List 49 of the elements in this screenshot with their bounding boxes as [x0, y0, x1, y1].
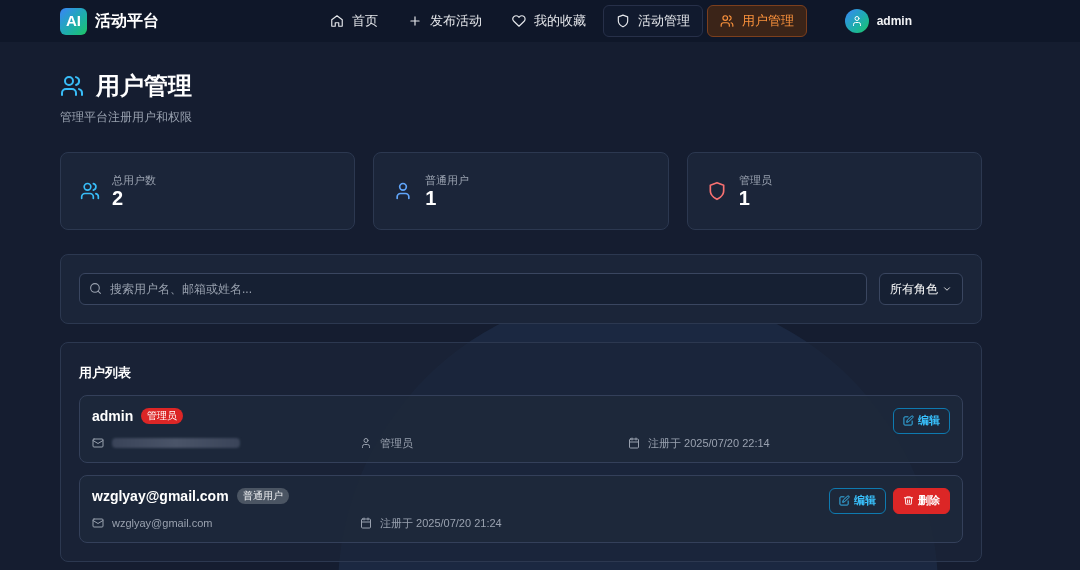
page-title: 用户管理 [96, 71, 192, 101]
nav-tab[interactable]: 首页 [317, 5, 391, 37]
calendar-icon [360, 517, 372, 529]
edit-button[interactable]: 编辑 [829, 487, 886, 514]
user-meta: 管理员 [380, 435, 413, 451]
stat-value: 1 [738, 187, 751, 209]
role-badge: 普通用户 [236, 488, 289, 505]
search-field[interactable]: 搜索用户名、邮箱或姓名... [79, 273, 867, 305]
shield-icon [616, 14, 630, 28]
calendar-icon [628, 437, 640, 449]
page-subtitle: 管理平台注册用户和权限 [60, 109, 193, 126]
logo-mark: AI [60, 7, 87, 35]
edit-icon [839, 495, 850, 506]
user-meta: 注册于 2025/07/20 21:24 [380, 515, 502, 531]
brand-name: 活动平台 [95, 11, 159, 31]
nav-tab[interactable]: 我的收藏 [499, 5, 599, 37]
trash-icon [903, 495, 914, 506]
user-meta: wzglyay@gmail.com [112, 515, 213, 531]
stat-label: 普通用户 [425, 173, 470, 187]
stat-label: 总用户数 [112, 173, 156, 187]
heart-icon [512, 14, 526, 28]
edit-icon [903, 415, 914, 426]
nav-tab[interactable]: 用户管理 [707, 5, 807, 37]
users-icon [60, 74, 84, 98]
section-title: 用户列表 [79, 364, 132, 382]
nav-tab[interactable]: 发布活动 [395, 5, 495, 37]
edit-button[interactable]: 编辑 [893, 407, 950, 434]
stat-value: 2 [112, 187, 125, 209]
user-icon [360, 437, 372, 449]
user-name: wzglyay@gmail.com [92, 486, 229, 506]
avatar[interactable] [844, 9, 869, 33]
users-icon [80, 181, 100, 201]
role-badge: 管理员 [141, 408, 184, 425]
user-icon [850, 15, 863, 27]
users-icon [720, 14, 734, 28]
plus-icon [408, 14, 422, 28]
user-meta: 注册于 2025/07/20 22:14 [648, 435, 770, 451]
user-name: admin [876, 13, 912, 30]
delete-button[interactable]: 删除 [893, 487, 950, 514]
role-select[interactable]: 所有角色 [879, 273, 963, 305]
home-icon [330, 14, 344, 28]
mail-icon [92, 517, 104, 529]
nav-tab[interactable]: 活动管理 [603, 5, 703, 37]
user-name: admin [92, 406, 134, 426]
stat-label: 管理员 [738, 173, 772, 187]
search-icon [89, 282, 102, 295]
stat-value: 1 [425, 187, 438, 209]
chevron-down-icon [942, 284, 952, 294]
mail-icon [92, 437, 104, 449]
